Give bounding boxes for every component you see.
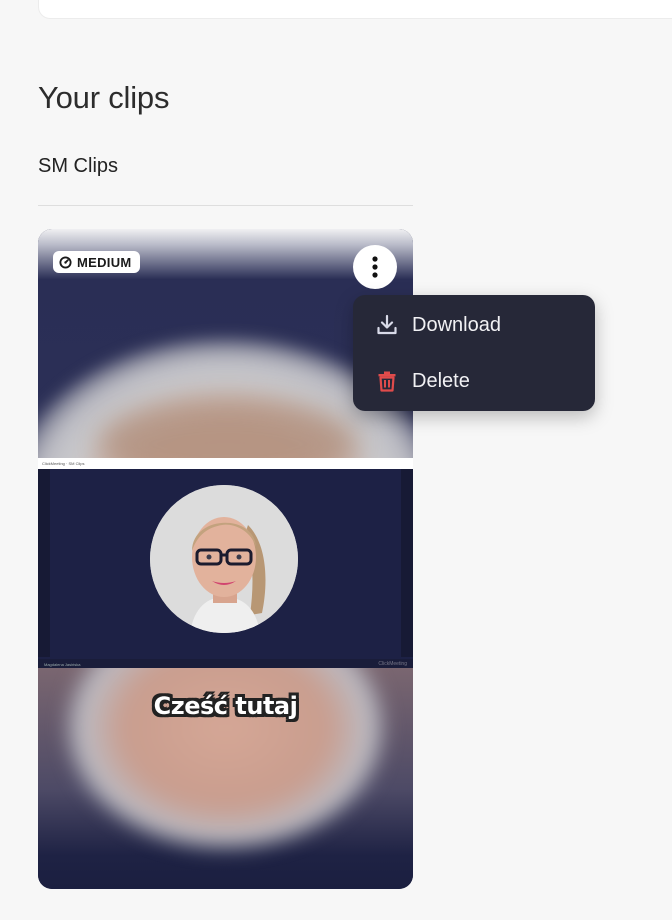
top-card — [38, 0, 672, 19]
clip-blurred-background-bottom: Cześć tutaj — [38, 668, 413, 889]
video-header: ClickMeeting · SM Clips — [38, 459, 413, 469]
video-header-text: ClickMeeting · SM Clips — [42, 461, 85, 466]
clips-page: Your clips SM Clips ClickMeeting · SM Cl… — [0, 0, 672, 920]
section-title: Your clips — [38, 80, 170, 115]
download-icon — [377, 314, 397, 335]
badge-label: MEDIUM — [77, 254, 132, 270]
clip-caption: Cześć tutaj — [153, 692, 298, 720]
menu-item-delete[interactable]: Delete — [353, 353, 595, 409]
divider — [38, 205, 413, 206]
more-options-button[interactable] — [353, 245, 397, 289]
clip-video-frame[interactable]: ClickMeeting · SM Clips Magdalena Jasińs… — [38, 458, 413, 669]
gauge-icon — [59, 255, 72, 269]
trash-icon — [378, 371, 396, 392]
clip-options-menu: Download Delete — [353, 295, 595, 411]
menu-item-download[interactable]: Download — [353, 297, 595, 353]
speaker-avatar — [150, 485, 298, 633]
speaker-portrait — [150, 485, 298, 633]
more-vertical-icon — [372, 256, 378, 278]
video-footer-name: Magdalena Jasińska — [44, 662, 81, 667]
video-footer-logo: ClickMeeting — [378, 661, 407, 667]
menu-item-label: Delete — [412, 369, 470, 392]
clip-length-badge: MEDIUM — [53, 251, 140, 273]
clip-group-title: SM Clips — [38, 155, 119, 177]
menu-item-label: Download — [412, 313, 501, 336]
